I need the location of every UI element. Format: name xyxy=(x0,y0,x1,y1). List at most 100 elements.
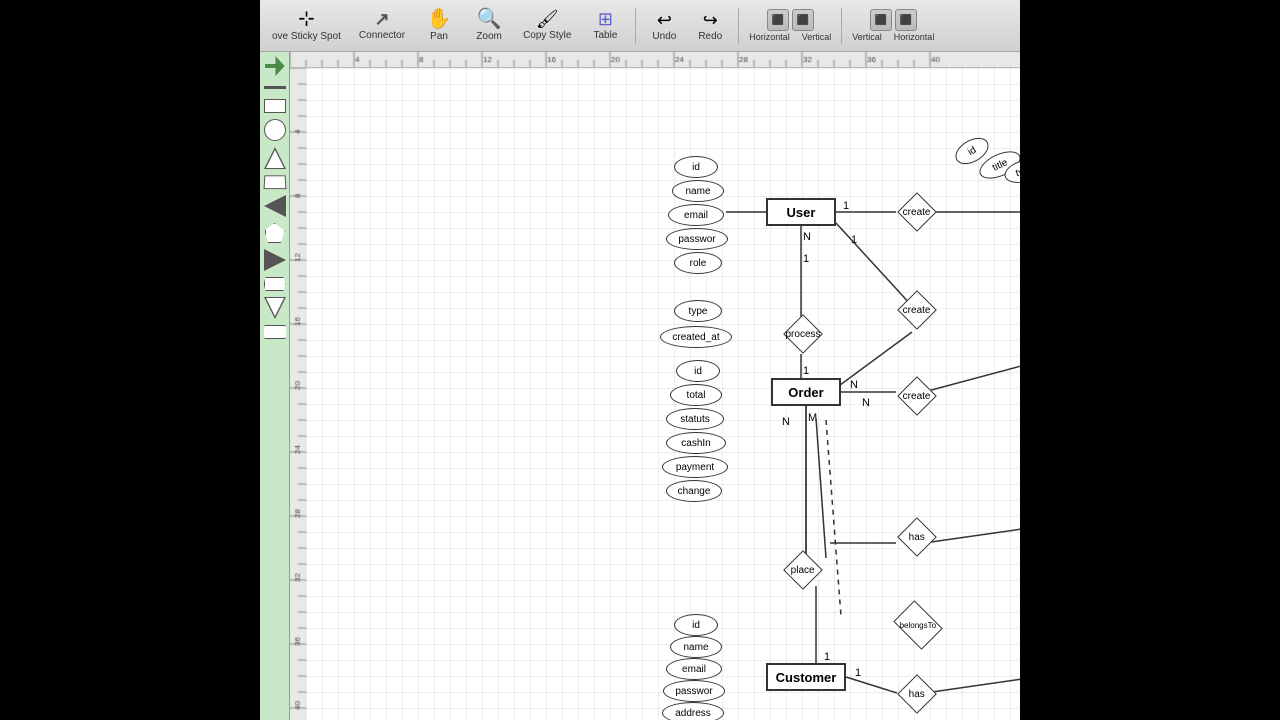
relation-process: process xyxy=(783,314,823,354)
move-sticky-spot-label: ove Sticky Spot xyxy=(272,31,341,42)
attr-order-total: total xyxy=(670,384,722,406)
erd-area[interactable]: 1 M N 1 xyxy=(306,68,1020,720)
panel-arrow-icon xyxy=(265,56,285,76)
svg-text:1: 1 xyxy=(803,365,809,377)
pan-icon: ✋ xyxy=(427,9,452,29)
relation-has-4-label: has xyxy=(909,689,925,700)
align-label-1: Horizontal xyxy=(749,32,790,42)
align-label-3: Vertical xyxy=(852,32,882,42)
entity-user[interactable]: User xyxy=(766,198,836,226)
copy-style-label: Copy Style xyxy=(523,30,571,41)
toolbar: ⊹ ove Sticky Spot ↗ Connector ✋ Pan 🔍 Zo… xyxy=(260,0,1020,52)
relation-place: place xyxy=(783,550,823,590)
attr-order-change: change xyxy=(666,480,722,502)
attr-customer-email: email xyxy=(666,658,722,680)
zoom-button[interactable]: 🔍 Zoom xyxy=(465,5,513,46)
attr-order-payment: payment xyxy=(662,456,728,478)
align-label-4: Horizontal xyxy=(894,32,935,42)
panel-line-1 xyxy=(264,86,286,89)
ruler-top xyxy=(290,52,1020,68)
attr-customer-id: id xyxy=(674,614,718,636)
svg-text:1: 1 xyxy=(851,234,857,246)
relation-create-1-label: create xyxy=(903,207,931,218)
svg-text:1: 1 xyxy=(803,253,809,265)
shape-para xyxy=(263,175,286,189)
shape-rect xyxy=(264,99,286,113)
shape-bracket xyxy=(264,325,286,339)
undo-button[interactable]: ↩ Undo xyxy=(642,6,686,46)
align-horizontal-2-button[interactable]: ⬛ xyxy=(895,9,917,31)
app-container: ⊹ ove Sticky Spot ↗ Connector ✋ Pan 🔍 Zo… xyxy=(0,0,1280,720)
main-area: ⊹ ove Sticky Spot ↗ Connector ✋ Pan 🔍 Zo… xyxy=(260,0,1020,720)
attr-customer-name: name xyxy=(670,636,722,658)
shape-hex xyxy=(264,277,286,291)
redo-button[interactable]: ↪ Redo xyxy=(688,6,732,46)
relation-create-3-label: create xyxy=(903,391,931,402)
relation-place-label: place xyxy=(791,565,815,576)
attr-user-name: name xyxy=(672,180,724,202)
canvas-body: 1 M N 1 xyxy=(290,68,1020,720)
svg-text:N: N xyxy=(803,231,811,243)
align-vertical-button[interactable]: ⬛ xyxy=(792,9,814,31)
shape-arrow-r xyxy=(264,195,286,217)
move-sticky-spot-button[interactable]: ⊹ ove Sticky Spot xyxy=(264,5,349,46)
relation-has-order-meal: has xyxy=(897,517,937,557)
table-label: Table xyxy=(593,30,617,41)
shape-triangle xyxy=(264,147,286,169)
entity-customer-label: Customer xyxy=(776,670,837,685)
attr-order-created-at: created_at xyxy=(660,326,732,348)
attr-customer-password: passwor xyxy=(663,680,725,702)
align-horizontal-button[interactable]: ⬛ xyxy=(767,9,789,31)
right-black-bar xyxy=(1020,0,1280,720)
redo-icon: ↪ xyxy=(703,10,718,31)
attr-customer-address: address xyxy=(662,702,724,720)
align-vertical-2-button[interactable]: ⬛ xyxy=(870,9,892,31)
shape-circle xyxy=(264,119,286,141)
svg-text:1: 1 xyxy=(824,651,830,663)
undo-icon: ↩ xyxy=(657,10,672,31)
toolbar-separator-3 xyxy=(841,8,842,44)
shape-arrow-l xyxy=(264,249,286,271)
copy-style-button[interactable]: 🖌 Copy Style xyxy=(515,6,579,45)
entity-customer[interactable]: Customer xyxy=(766,663,846,691)
table-icon: ⊞ xyxy=(598,10,613,28)
svg-text:1: 1 xyxy=(843,200,849,212)
relation-create-user-menu: create xyxy=(897,192,937,232)
table-button[interactable]: ⊞ Table xyxy=(581,6,629,45)
svg-text:N: N xyxy=(850,379,858,391)
ruler-left xyxy=(290,68,306,720)
attr-order-id: id xyxy=(676,360,720,382)
attr-order-cashin: cashIn xyxy=(666,432,726,454)
svg-text:N: N xyxy=(782,416,790,428)
entity-order[interactable]: Order xyxy=(771,378,841,406)
relation-has-2-label: has xyxy=(909,532,925,543)
attr-user-password: passwor xyxy=(666,228,728,250)
pan-label: Pan xyxy=(430,31,448,42)
relation-has-customer-comment: has xyxy=(897,674,937,714)
diagram-canvas[interactable]: 1 M N 1 xyxy=(290,52,1020,720)
relation-process-label: process xyxy=(785,329,820,340)
pan-button[interactable]: ✋ Pan xyxy=(415,5,463,46)
align-label-2: Vertical xyxy=(802,32,832,42)
attr-order-status: statuts xyxy=(666,408,724,430)
connector-label: Connector xyxy=(359,30,405,41)
svg-text:N: N xyxy=(862,397,870,409)
undo-label: Undo xyxy=(652,31,676,42)
relation-belongs-label: belongsTo xyxy=(900,620,936,629)
redo-label: Redo xyxy=(698,31,722,42)
svg-text:M: M xyxy=(808,412,817,424)
attr-user-id: id xyxy=(674,156,718,178)
move-sticky-spot-icon: ⊹ xyxy=(298,9,315,29)
attr-order-type: type xyxy=(674,300,722,322)
toolbar-separator-2 xyxy=(738,8,739,44)
zoom-label: Zoom xyxy=(476,31,502,42)
relation-create-order-item: create xyxy=(897,376,937,416)
copy-style-icon: 🖌 xyxy=(536,10,559,28)
toolbar-separator-1 xyxy=(635,8,636,44)
entity-order-label: Order xyxy=(788,385,823,400)
zoom-icon: 🔍 xyxy=(477,9,502,29)
connector-icon: ↗ xyxy=(374,10,389,28)
entity-user-label: User xyxy=(787,205,816,220)
connector-button[interactable]: ↗ Connector xyxy=(351,6,413,45)
shape-triangle-dn xyxy=(264,297,286,319)
